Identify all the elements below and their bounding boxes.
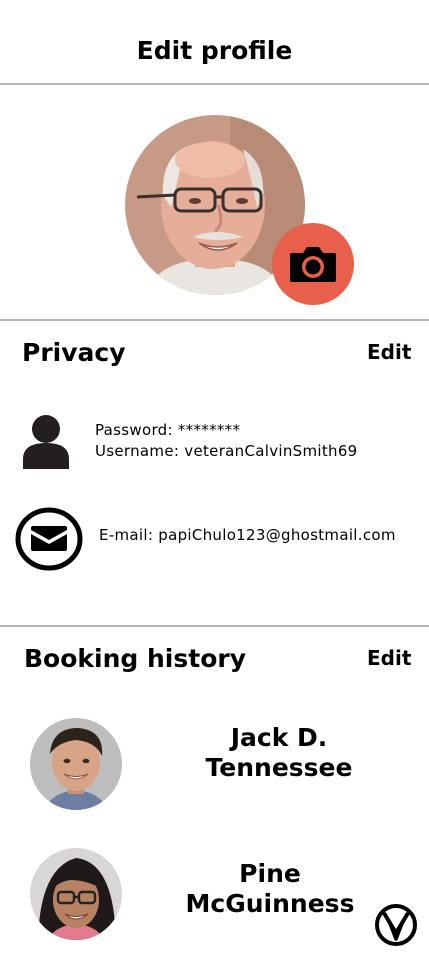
brand-logo-icon: [374, 903, 418, 951]
camera-icon: [290, 247, 336, 282]
booking-person-name[interactable]: Pine McGuinness: [155, 859, 385, 919]
user-icon: [22, 415, 70, 473]
edit-booking-history-button[interactable]: Edit: [367, 646, 411, 670]
person-first-name: Jack D.: [230, 723, 328, 752]
password-text: Password: ********: [95, 421, 241, 439]
avatar: [30, 718, 122, 810]
booking-person-name[interactable]: Jack D. Tennessee: [164, 723, 394, 783]
divider: [0, 83, 429, 85]
booking-history-title: Booking history: [24, 644, 246, 673]
email-text: E-mail: papiChulo123@ghostmail.com: [99, 526, 396, 544]
avatar: [30, 848, 122, 940]
privacy-section-title: Privacy: [22, 338, 126, 367]
page-title: Edit profile: [136, 36, 293, 65]
person-last-name: McGuinness: [185, 889, 355, 918]
edit-privacy-button[interactable]: Edit: [367, 340, 411, 364]
username-text: Username: veteranCalvinSmith69: [95, 442, 358, 460]
divider: [0, 625, 429, 627]
change-photo-button[interactable]: [272, 223, 354, 305]
mail-icon: [15, 507, 83, 575]
person-last-name: Tennessee: [205, 753, 353, 782]
person-first-name: Pine: [239, 859, 301, 888]
divider: [0, 319, 429, 321]
